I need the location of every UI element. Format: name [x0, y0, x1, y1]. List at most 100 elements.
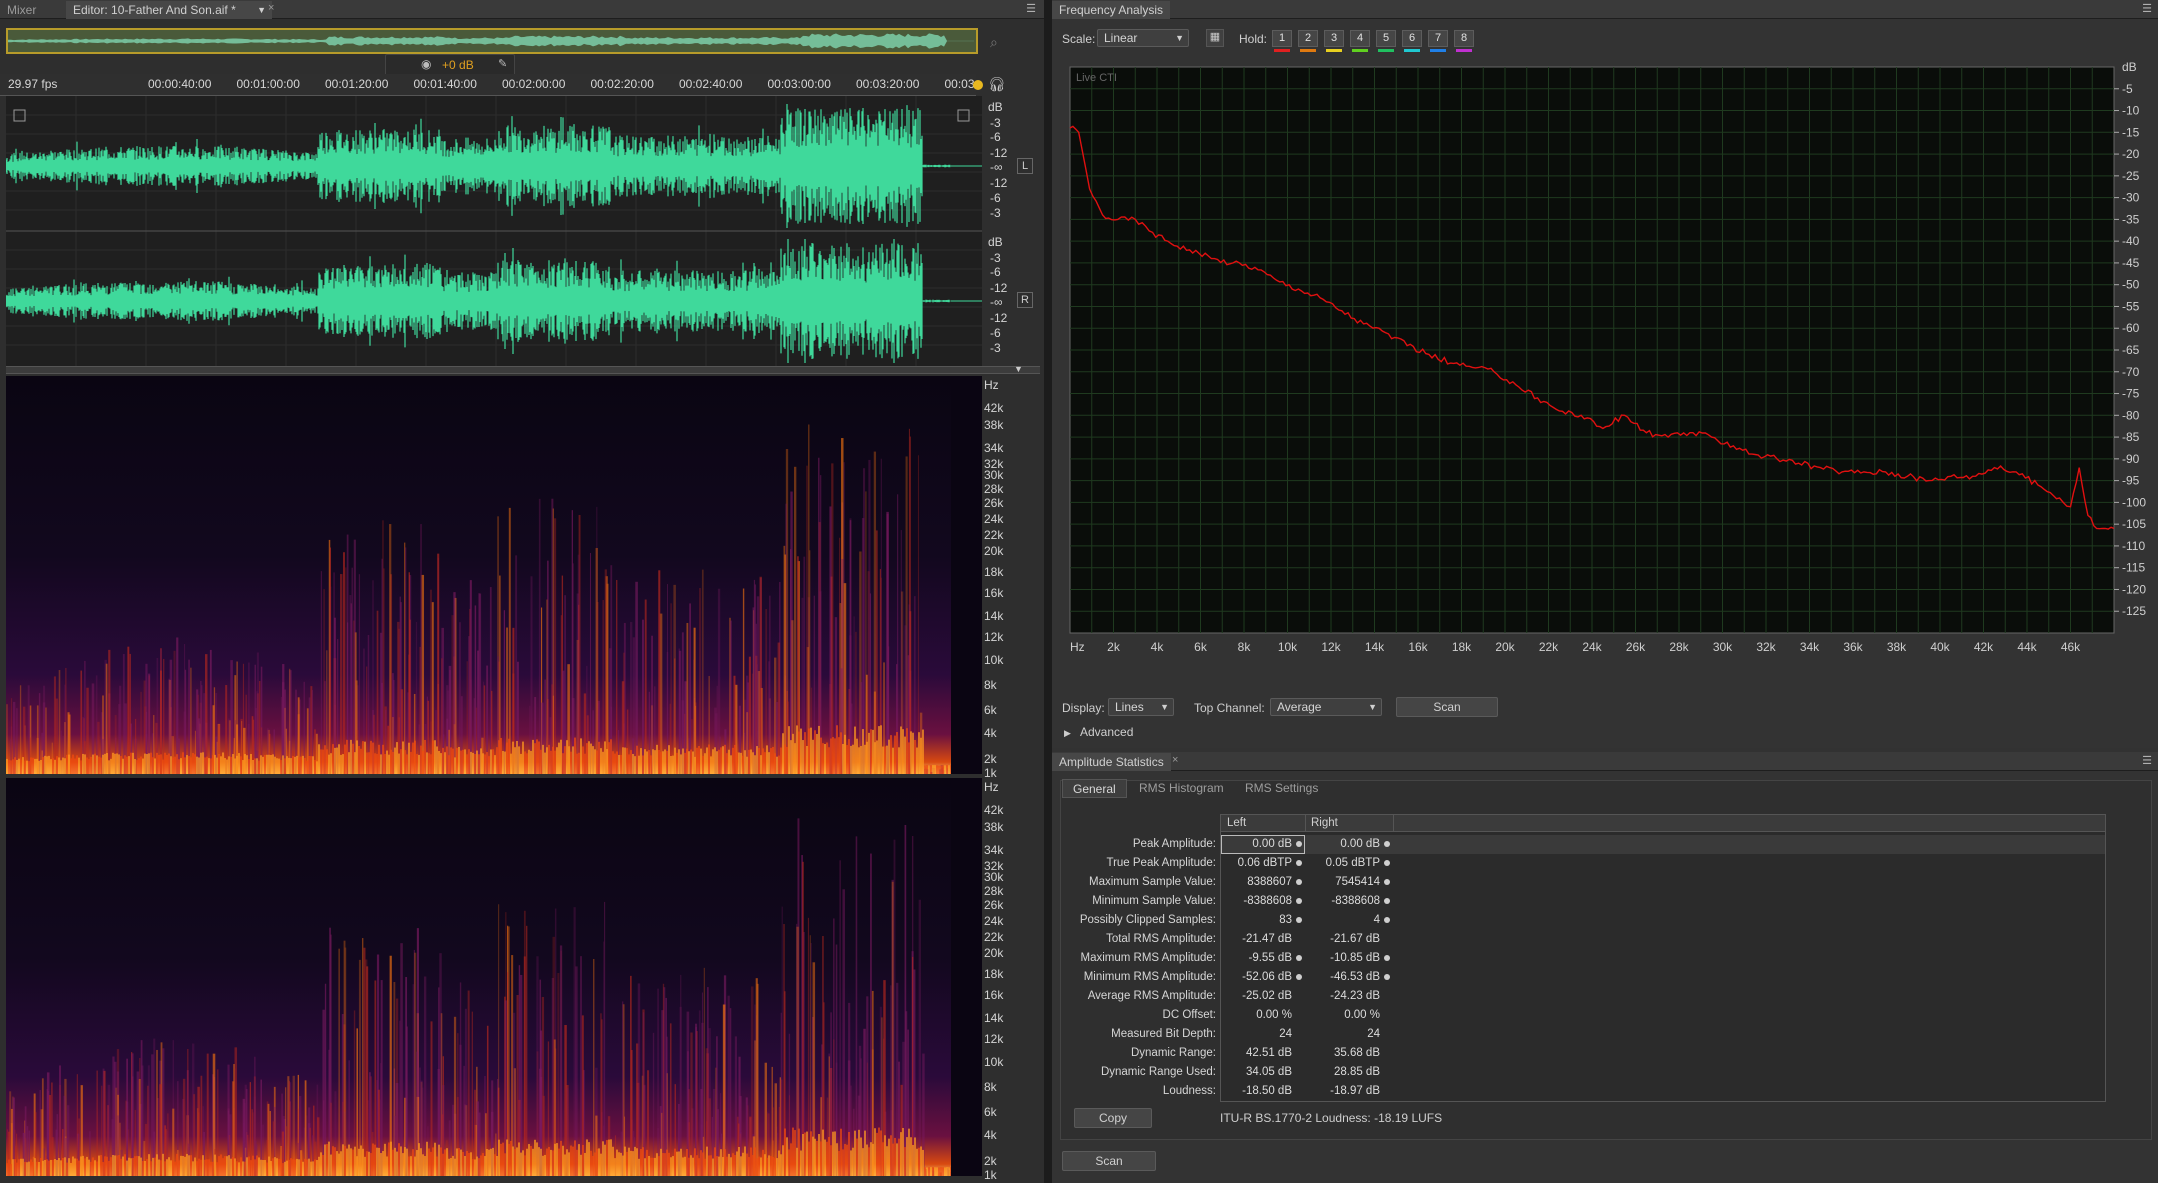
- playhead-marker[interactable]: [973, 80, 983, 90]
- locate-marker-icon[interactable]: [1384, 841, 1390, 847]
- snapshot-icon[interactable]: ▦: [1206, 29, 1224, 47]
- locate-marker-icon[interactable]: [1296, 917, 1302, 923]
- top-channel-select[interactable]: Average ▼: [1270, 698, 1382, 716]
- hud-volume[interactable]: ◉ +0 dB ✎: [385, 54, 515, 76]
- stats-label: Maximum RMS Amplitude:: [1080, 952, 1216, 964]
- live-cti-label: Live CTI: [1076, 72, 1117, 84]
- stats-right-value: -8388608: [1331, 895, 1380, 907]
- tab-frequency-analysis[interactable]: Frequency Analysis: [1052, 1, 1171, 19]
- stats-left-value: 83: [1279, 914, 1292, 926]
- locate-marker-icon[interactable]: [1384, 879, 1390, 885]
- hz-scale-label: 28k: [984, 482, 1004, 497]
- y-tick-label: -25: [2122, 169, 2140, 183]
- locate-marker-icon[interactable]: [1384, 955, 1390, 961]
- stats-label: Average RMS Amplitude:: [1087, 990, 1216, 1002]
- hold-button-label: 4: [1356, 32, 1364, 44]
- scale-label: Scale:: [1062, 32, 1096, 46]
- panel-menu-icon[interactable]: ☰: [1026, 2, 1036, 15]
- zoom-icon[interactable]: ⌕: [990, 34, 998, 51]
- scale-select[interactable]: Linear ▼: [1097, 29, 1189, 47]
- locate-marker-icon[interactable]: [1296, 879, 1302, 885]
- waveform-display[interactable]: [6, 96, 982, 366]
- hold-button-7[interactable]: 7: [1428, 30, 1448, 52]
- close-icon[interactable]: ×: [1172, 754, 1178, 766]
- subtab-rms-histogram[interactable]: RMS Histogram: [1131, 779, 1232, 798]
- hold-button-5[interactable]: 5: [1376, 30, 1396, 52]
- overview-strip[interactable]: [6, 28, 978, 54]
- advanced-toggle[interactable]: Advanced: [1080, 725, 1133, 739]
- channel-label-l[interactable]: L: [1017, 158, 1033, 174]
- y-tick-label: -45: [2122, 256, 2140, 270]
- hold-button-label: 6: [1408, 32, 1416, 44]
- stats-row: Possibly Clipped Samples: 83 4: [1052, 911, 2082, 930]
- hold-button-2[interactable]: 2: [1298, 30, 1318, 52]
- panel-divider[interactable]: [1044, 0, 1052, 1183]
- view-splitter[interactable]: [6, 366, 1040, 374]
- stats-label: Minimum Sample Value:: [1092, 895, 1216, 907]
- panel-menu-icon[interactable]: ☰: [2142, 754, 2152, 767]
- db-unit-label: dB: [988, 100, 1003, 114]
- copy-button[interactable]: Copy: [1074, 1108, 1152, 1128]
- hz-scale-label: 10k: [984, 1054, 1004, 1069]
- stats-label: Minimum RMS Amplitude:: [1083, 971, 1216, 983]
- time-ruler[interactable]: 29.97 fps 00:00:40:00 00:01:00:00 00:01:20…: [0, 74, 976, 96]
- frequency-graph[interactable]: Live CTI Hz 2k 4k 6k 8k 10k 12k 14k 16k 18k 20k 22k 2…: [1060, 60, 2158, 685]
- tab-amplitude-statistics[interactable]: Amplitude Statistics: [1052, 753, 1171, 771]
- hz-scale-label: 18k: [984, 565, 1004, 580]
- db-unit-label: dB: [988, 235, 1003, 249]
- spectral-display[interactable]: [6, 376, 982, 1176]
- chevron-right-icon[interactable]: ▶: [1064, 728, 1071, 739]
- y-tick-label: -105: [2122, 517, 2146, 531]
- locate-marker-icon[interactable]: [1384, 917, 1390, 923]
- channel-label-r[interactable]: R: [1017, 292, 1033, 308]
- locate-marker-icon[interactable]: [1296, 841, 1302, 847]
- amp-scan-button[interactable]: Scan: [1062, 1151, 1156, 1171]
- stats-row: Dynamic Range Used: 34.05 dB 28.85 dB: [1052, 1063, 2082, 1082]
- fps-label: 29.97 fps: [8, 77, 58, 91]
- locate-marker-icon[interactable]: [1384, 860, 1390, 866]
- hold-button-3[interactable]: 3: [1324, 30, 1344, 52]
- hold-button-6[interactable]: 6: [1402, 30, 1422, 52]
- db-scale-label: -12: [990, 281, 1008, 295]
- hold-button-label: 7: [1434, 32, 1442, 44]
- volume-knob-icon[interactable]: ◉: [421, 57, 431, 71]
- db-scale-label: -∞: [990, 160, 1003, 174]
- locate-marker-icon[interactable]: [1296, 898, 1302, 904]
- hz-scale-label: 4k: [984, 1128, 997, 1143]
- subtab-general[interactable]: General: [1062, 779, 1127, 798]
- stats-row: Average RMS Amplitude: -25.02 dB -24.23 dB: [1052, 987, 2082, 1006]
- panel-menu-icon[interactable]: ☰: [2142, 2, 2152, 15]
- amplitude-statistics-panel: Amplitude Statistics × ☰ General RMS His…: [1052, 752, 2158, 1183]
- pin-icon[interactable]: ✎: [498, 57, 507, 70]
- tab-mixer[interactable]: Mixer: [0, 1, 43, 19]
- display-select[interactable]: Lines ▼: [1108, 698, 1174, 716]
- db-scale-label: -3: [990, 251, 1001, 265]
- hz-scale-label: 22k: [984, 528, 1004, 543]
- y-tick-label: -100: [2122, 495, 2146, 509]
- headphones-icon[interactable]: 🎧︎: [988, 76, 1006, 93]
- hold-button-1[interactable]: 1: [1272, 30, 1292, 52]
- locate-marker-icon[interactable]: [1384, 974, 1390, 980]
- tab-editor[interactable]: Editor: 10-Father And Son.aif * ▼: [66, 1, 272, 19]
- freq-scan-button[interactable]: Scan: [1396, 697, 1498, 717]
- col-divider: [1305, 815, 1306, 832]
- ruler-tick-label: 00:01:00:00: [236, 77, 300, 91]
- locate-marker-icon[interactable]: [1296, 860, 1302, 866]
- hz-scale-label: 22k: [984, 930, 1004, 945]
- selected-cell[interactable]: [1221, 835, 1305, 854]
- locate-marker-icon[interactable]: [1296, 974, 1302, 980]
- stats-label: Peak Amplitude:: [1132, 838, 1216, 850]
- hud-volume-value: +0 dB: [442, 58, 474, 72]
- hold-color-swatch: [1326, 49, 1342, 52]
- hold-button-4[interactable]: 4: [1350, 30, 1370, 52]
- hold-button-8[interactable]: 8: [1454, 30, 1474, 52]
- stats-right-value: 4: [1373, 914, 1380, 926]
- chevron-down-icon[interactable]: ▼: [257, 1, 266, 19]
- subtab-rms-settings[interactable]: RMS Settings: [1237, 779, 1326, 798]
- stats-label: Total RMS Amplitude:: [1106, 933, 1216, 945]
- chevron-down-icon[interactable]: ▼: [1014, 364, 1023, 374]
- waveform-db-scale: dB -3 -6 -12 -∞ -12 -6 -3 dB -3 -6 -12 -∞ -12 -6 -3: [980, 96, 1040, 366]
- close-icon[interactable]: ×: [268, 2, 274, 14]
- locate-marker-icon[interactable]: [1296, 955, 1302, 961]
- locate-marker-icon[interactable]: [1384, 898, 1390, 904]
